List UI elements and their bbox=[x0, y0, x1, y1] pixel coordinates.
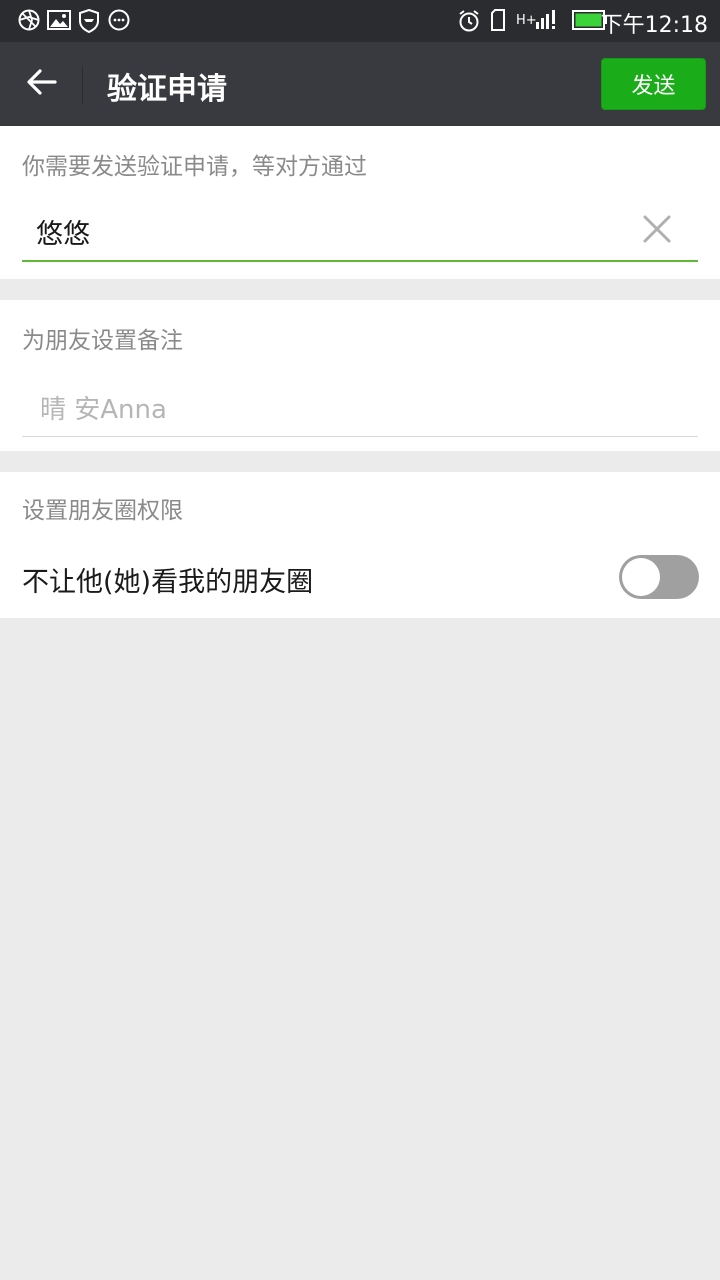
verification-message-value: 悠悠 bbox=[36, 219, 90, 250]
remark-label: 为朋友设置备注 bbox=[22, 328, 183, 354]
hide-moments-label: 不让他(她)看我的朋友圈 bbox=[22, 567, 314, 598]
verification-section: 你需要发送验证申请，等对方通过 悠悠 bbox=[0, 126, 720, 279]
remark-section: 为朋友设置备注 晴 安Anna bbox=[0, 300, 720, 451]
verification-message-input[interactable]: 悠悠 bbox=[22, 198, 698, 262]
arrow-left-icon bbox=[26, 66, 58, 102]
moments-section: 设置朋友圈权限 不让他(她)看我的朋友圈 bbox=[0, 472, 720, 618]
network-type-label: H+ bbox=[516, 13, 537, 28]
title-bar: 验证申请 发送 bbox=[0, 42, 720, 126]
alarm-icon bbox=[457, 9, 481, 37]
aperture-icon bbox=[18, 9, 40, 35]
signal-icon: H+ bbox=[516, 8, 560, 36]
remark-placeholder: 晴 安Anna bbox=[40, 395, 167, 425]
title-divider bbox=[82, 66, 83, 104]
remark-input[interactable]: 晴 安Anna bbox=[22, 373, 698, 437]
status-time: 下午12:18 bbox=[600, 13, 708, 38]
input-underline bbox=[22, 436, 698, 437]
toggle-knob bbox=[622, 558, 660, 596]
send-button[interactable]: 发送 bbox=[601, 58, 706, 110]
verification-hint: 你需要发送验证申请，等对方通过 bbox=[22, 154, 367, 180]
shield-icon bbox=[78, 8, 100, 37]
close-icon bbox=[640, 215, 674, 250]
back-button[interactable] bbox=[14, 56, 70, 112]
hide-moments-toggle[interactable] bbox=[619, 555, 699, 599]
moments-label: 设置朋友圈权限 bbox=[22, 498, 183, 524]
clear-button[interactable] bbox=[640, 212, 674, 246]
status-bar: H+ 下午12:18 bbox=[0, 0, 720, 42]
input-focus-underline bbox=[22, 260, 698, 262]
image-icon bbox=[47, 9, 71, 35]
sim-icon bbox=[490, 9, 506, 35]
page-title: 验证申请 bbox=[107, 72, 227, 107]
more-icon bbox=[108, 9, 130, 35]
